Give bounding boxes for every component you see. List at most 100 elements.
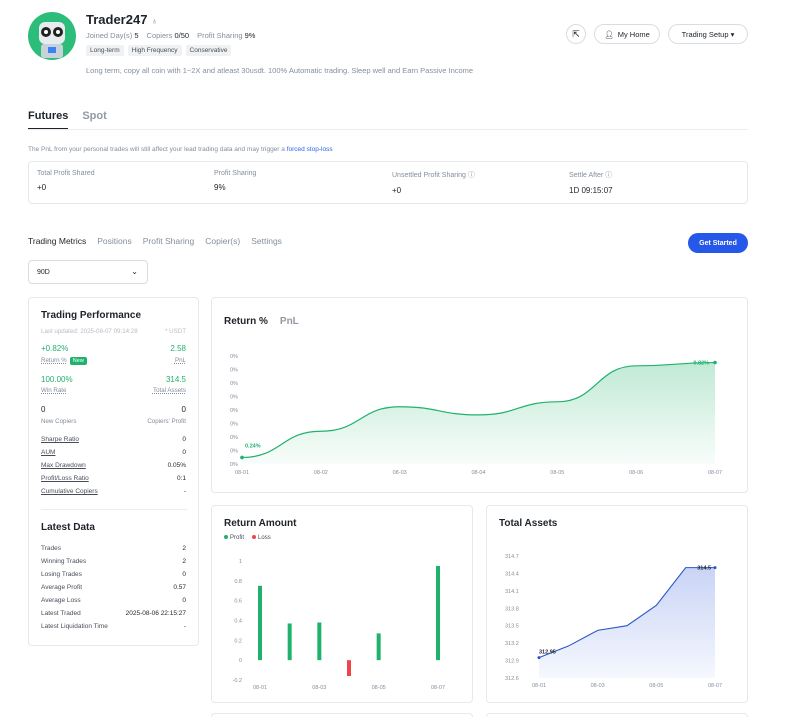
robot-avatar-icon: [39, 22, 65, 58]
y-tick-label: 0%: [230, 408, 238, 414]
next-card: [211, 713, 473, 717]
tab-profit-sharing[interactable]: Profit Sharing: [143, 236, 195, 246]
trading-performance-title: Trading Performance: [41, 310, 142, 321]
tab-futures[interactable]: Futures: [28, 110, 69, 130]
y-tick-label: 312.9: [505, 659, 519, 665]
y-tick-label: 0%: [230, 381, 238, 387]
y-tick-label: 0%: [230, 435, 238, 441]
y-tick-label: 0%: [230, 449, 238, 455]
trading-setup-button[interactable]: Trading Setup ▾: [668, 24, 748, 44]
get-started-button[interactable]: Get Started: [688, 233, 748, 253]
last-updated: Last updated: 2025-08-07 09:14:28: [41, 328, 138, 335]
trader-meta: Joined Day(s) 5 Copiers 0/50 Profit Shar…: [86, 31, 256, 40]
total-assets-card: Total Assets 314.7 314.4 314.1 313.8 313.5 31…: [486, 505, 748, 703]
return-end-point: [713, 360, 717, 365]
tag: Conservative: [185, 45, 232, 56]
return-chart-card: Return % PnL 0% 0% 0% 0% 0% 0% 0% 0% 0% 08-01 08-0…: [211, 297, 748, 493]
y-tick-label: -0.2: [233, 678, 242, 684]
copiers-profit-value: 0: [181, 405, 186, 414]
y-tick-label: 314.1: [505, 589, 519, 595]
x-tick-label: 08-06: [629, 470, 643, 476]
latest-row: Average Loss 0: [41, 597, 186, 604]
return-start-point: [240, 455, 244, 460]
tab-trading-metrics[interactable]: Trading Metrics: [28, 236, 86, 246]
y-tick-label: 1: [239, 559, 242, 565]
tab-copiers[interactable]: Copier(s): [205, 236, 240, 246]
share-icon: ⇱: [572, 28, 580, 39]
trader-bio: Long term, copy all coin with 1~2X and a…: [86, 66, 474, 75]
bar-profit: [317, 622, 322, 661]
total-assets-label: Total Assets: [152, 387, 186, 394]
latest-row: Winning Trades 2: [41, 558, 186, 565]
trading-performance-card: Trading Performance Last updated: 2025-0…: [28, 297, 199, 646]
latest-row: Trades 2: [41, 545, 186, 552]
y-tick-label: 0%: [230, 422, 238, 428]
avatar: [28, 12, 76, 60]
share-button[interactable]: ⇱: [566, 24, 586, 44]
y-tick-label: 0.4: [234, 619, 242, 625]
new-copiers-label: New Copiers: [41, 418, 77, 425]
x-tick-label: 08-07: [431, 685, 445, 691]
forced-stop-loss-link[interactable]: forced stop-loss: [287, 146, 333, 153]
pnl-notice: The PnL from your personal trades will s…: [28, 146, 333, 153]
trader-tags: Long-term High Frequency Conservative: [86, 45, 232, 56]
latest-row: Average Profit 0.57: [41, 584, 186, 591]
y-tick-label: 0.8: [234, 579, 242, 585]
pnl-value: 2.58: [170, 344, 186, 353]
return-amount-card: Return Amount Profit Loss 1 0.8 0.6 0.4 0.2 0…: [211, 505, 473, 703]
y-tick-label: 313.2: [505, 641, 519, 647]
x-tick-label: 08-03: [591, 683, 605, 689]
return-area: [242, 362, 715, 464]
return-chart: 0% 0% 0% 0% 0% 0% 0% 0% 0% 08-01 08-02 08-03 08-04 08…: [230, 354, 722, 476]
y-tick-label: 312.6: [505, 676, 519, 682]
user-icon: 👤︎: [604, 29, 614, 39]
profit-sharing-summary: Total Profit Shared +0 Profit Sharing 9% U…: [28, 161, 748, 204]
assets-start-point: [537, 656, 541, 660]
return-label: Return %: [41, 357, 67, 364]
x-tick-label: 08-03: [312, 685, 326, 691]
y-tick-label: 0%: [230, 395, 238, 401]
return-value: +0.82%: [41, 344, 69, 353]
y-tick-label: 0%: [230, 354, 238, 360]
metric-row: Sharpe Ratio 0: [41, 436, 186, 443]
latest-row: Latest Liquidation Time -: [41, 623, 186, 630]
latest-row: Latest Traded 2025-08-06 22:15:27: [41, 610, 186, 617]
y-tick-label: 0%: [230, 368, 238, 374]
assets-end-point: [713, 566, 717, 570]
total-assets-chart: 314.7 314.4 314.1 313.8 313.5 313.2 312.9 312.6…: [505, 554, 722, 689]
return-amount-chart: 1 0.8 0.6 0.4 0.2 0 -0.2 08-01 08-03 08-05 08-07: [233, 559, 446, 691]
x-tick-label: 08-07: [708, 683, 722, 689]
total-assets-value: 314.5: [165, 375, 186, 384]
tab-spot[interactable]: Spot: [82, 110, 106, 130]
my-home-button[interactable]: 👤︎ My Home: [594, 24, 660, 44]
summary-cell: Unsettled Profit Sharing ⓘ +0: [392, 172, 475, 195]
y-tick-label: 314.4: [505, 571, 519, 577]
metric-row: Cumulative Copiers -: [41, 488, 186, 495]
tab-settings[interactable]: Settings: [251, 236, 282, 246]
summary-cell: Total Profit Shared +0: [37, 170, 95, 192]
divider: [41, 509, 187, 510]
assets-end-label: 314.5: [697, 566, 711, 572]
return-start-label: 0.24%: [245, 443, 261, 449]
period-select[interactable]: 90D ⌄: [28, 260, 148, 284]
currency-unit: * USDT: [165, 328, 186, 335]
win-rate-label: Win Rate: [41, 387, 67, 394]
y-tick-label: 0.6: [234, 599, 242, 605]
market-tabs: Futures Spot: [28, 110, 107, 130]
x-tick-label: 08-04: [471, 470, 485, 476]
y-tick-label: 0.2: [234, 638, 242, 644]
x-tick-label: 08-01: [532, 683, 546, 689]
x-tick-label: 08-01: [253, 685, 267, 691]
copiers-profit-label: Copiers' Profit: [147, 418, 186, 425]
x-tick-label: 08-05: [550, 470, 564, 476]
new-badge: New: [69, 357, 87, 365]
tab-positions[interactable]: Positions: [97, 236, 132, 246]
metric-row: Max Drawdown 0.05%: [41, 462, 186, 469]
y-tick-label: 0%: [230, 462, 238, 468]
x-tick-label: 08-01: [235, 470, 249, 476]
latest-data-title: Latest Data: [41, 522, 95, 533]
x-tick-label: 08-05: [372, 685, 386, 691]
bar-loss: [347, 660, 351, 677]
assets-start-label: 312.95: [539, 650, 556, 656]
bar-profit: [436, 565, 440, 661]
